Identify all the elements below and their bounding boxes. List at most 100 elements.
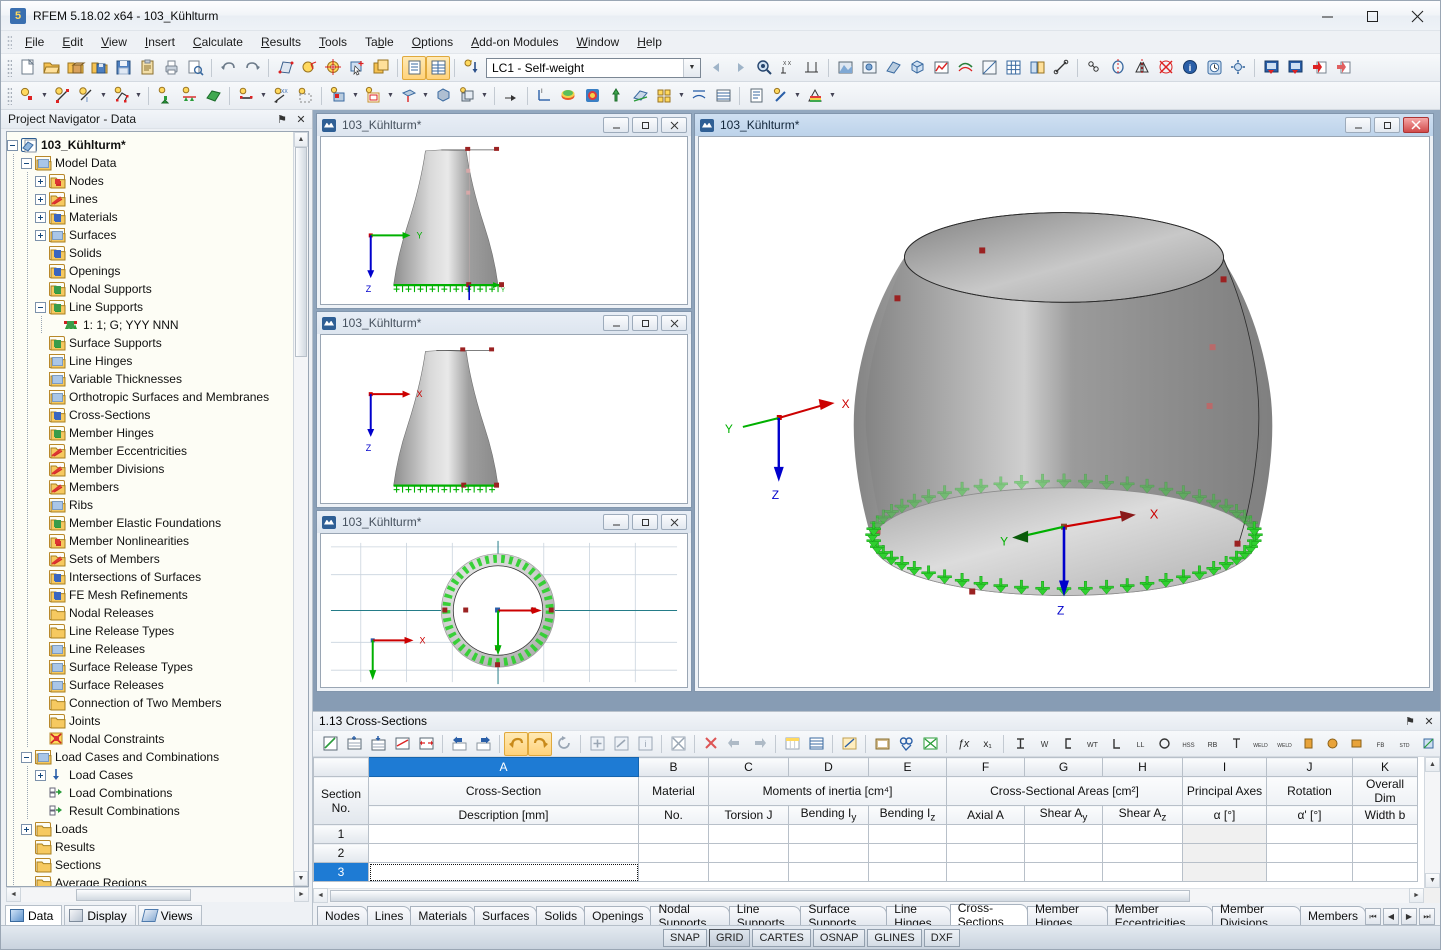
table-show-icon[interactable] bbox=[402, 56, 426, 80]
load-case-combo[interactable]: LC1 - Self-weight ▼ bbox=[486, 58, 701, 78]
table-cell[interactable] bbox=[1267, 844, 1353, 863]
table-cell[interactable] bbox=[1267, 825, 1353, 844]
del-left-icon[interactable] bbox=[723, 732, 747, 756]
iso-icon[interactable] bbox=[977, 56, 1001, 80]
table-cell[interactable] bbox=[369, 844, 639, 863]
table-cell[interactable] bbox=[789, 844, 869, 863]
table-cell[interactable] bbox=[1103, 863, 1183, 882]
tree-item-variable-thicknesses[interactable]: Variable Thicknesses bbox=[7, 370, 293, 388]
status-flag-glines[interactable]: GLINES bbox=[867, 929, 921, 947]
scroll-right-icon[interactable]: ► bbox=[294, 887, 309, 902]
refresh-icon[interactable] bbox=[552, 732, 576, 756]
tree-item-line-hinges[interactable]: Line Hinges bbox=[7, 352, 293, 370]
mdi-window-side-view[interactable]: 103_Kühlturm* bbox=[316, 311, 692, 508]
menu-help[interactable]: Help bbox=[628, 32, 671, 53]
tree-item-nodes[interactable]: Nodes bbox=[7, 172, 293, 190]
table-settings-icon[interactable] bbox=[870, 732, 894, 756]
column-header-C[interactable]: C bbox=[709, 758, 789, 777]
table-cell[interactable] bbox=[639, 825, 709, 844]
tree-item-line-releases[interactable]: Line Releases bbox=[7, 640, 293, 658]
mdi-restore-button[interactable] bbox=[1374, 117, 1400, 133]
table-redo-icon[interactable] bbox=[528, 732, 552, 756]
tree-item-sections[interactable]: Sections bbox=[7, 856, 293, 874]
next-lc-icon[interactable] bbox=[728, 56, 752, 80]
scroll-left-icon[interactable]: ◄ bbox=[6, 887, 21, 902]
table-cell[interactable] bbox=[1183, 863, 1267, 882]
navigator-tab-display[interactable]: Display bbox=[64, 905, 135, 925]
polyline-dropdown-icon[interactable]: ▼ bbox=[133, 84, 144, 108]
table2-icon[interactable] bbox=[711, 84, 735, 108]
delete-cross-icon[interactable] bbox=[1154, 56, 1178, 80]
surface-icon[interactable] bbox=[273, 56, 297, 80]
line-support-icon[interactable] bbox=[177, 84, 201, 108]
table-cell[interactable] bbox=[1025, 844, 1103, 863]
menu-options[interactable]: Options bbox=[403, 32, 462, 53]
menu-view[interactable]: View bbox=[92, 32, 136, 53]
next-table-icon[interactable] bbox=[471, 732, 495, 756]
table-sheet-tabs[interactable]: NodesLinesMaterialsSurfacesSolidsOpening… bbox=[313, 903, 1440, 925]
tree-item-nodal-constraints[interactable]: Nodal Constraints bbox=[7, 730, 293, 748]
settings-icon[interactable] bbox=[1226, 56, 1250, 80]
axis-icon[interactable]: I bbox=[532, 84, 556, 108]
wand-dropdown-icon[interactable]: ▼ bbox=[792, 84, 803, 108]
tree-item-members[interactable]: Members bbox=[7, 478, 293, 496]
column-header-F[interactable]: F bbox=[947, 758, 1025, 777]
table-cell[interactable] bbox=[869, 844, 947, 863]
grid-scroll-left-icon[interactable]: ◄ bbox=[313, 888, 328, 903]
find-icon[interactable] bbox=[752, 56, 776, 80]
tree-item-joints[interactable]: Joints bbox=[7, 712, 293, 730]
export2-icon[interactable] bbox=[1331, 56, 1355, 80]
tree-item-member-elastic-foundations[interactable]: Member Elastic Foundations bbox=[7, 514, 293, 532]
sheet-tab-nodes[interactable]: Nodes bbox=[317, 906, 368, 925]
section-rb-icon[interactable]: RB bbox=[1200, 732, 1224, 756]
print-report2-icon[interactable] bbox=[1283, 56, 1307, 80]
viewport-front[interactable]: Y Y Z bbox=[320, 136, 688, 305]
sheet-tab-solids[interactable]: Solids bbox=[536, 906, 585, 925]
plane-icon[interactable] bbox=[628, 84, 652, 108]
column-header-K[interactable]: K bbox=[1353, 758, 1418, 777]
collapse-icon[interactable] bbox=[7, 140, 18, 151]
member-icon[interactable] bbox=[234, 84, 258, 108]
section-cir-icon[interactable] bbox=[1320, 732, 1344, 756]
table-cell[interactable] bbox=[789, 863, 869, 882]
tree-item-nodal-releases[interactable]: Nodal Releases bbox=[7, 604, 293, 622]
table-cell[interactable] bbox=[1025, 863, 1103, 882]
sheet-tab-member-eccentricities[interactable]: Member Eccentricities bbox=[1107, 906, 1213, 925]
mdi-close-button[interactable] bbox=[661, 514, 687, 530]
tree-item-model-data[interactable]: Model Data bbox=[7, 154, 293, 172]
line-dim-icon[interactable]: I bbox=[74, 84, 98, 108]
grid-table-icon[interactable] bbox=[804, 732, 828, 756]
tree-item-member-divisions[interactable]: Member Divisions bbox=[7, 460, 293, 478]
section-w-icon[interactable]: W bbox=[1032, 732, 1056, 756]
dim-xx-icon[interactable]: X X bbox=[776, 56, 800, 80]
table-undo-icon[interactable] bbox=[504, 732, 528, 756]
viewport-top[interactable]: X Y bbox=[320, 533, 688, 688]
cross-sections-table[interactable]: ABCDEFGHIJKSectionNo.Cross-SectionMateri… bbox=[313, 757, 1418, 882]
table-row[interactable]: 2 bbox=[314, 844, 1418, 863]
mdi-restore-button[interactable] bbox=[632, 315, 658, 331]
table-cell[interactable] bbox=[1183, 825, 1267, 844]
edit-table-icon[interactable] bbox=[318, 732, 342, 756]
print-preview-icon[interactable] bbox=[183, 56, 207, 80]
menu-table[interactable]: Table bbox=[356, 32, 403, 53]
support-icon[interactable] bbox=[153, 84, 177, 108]
mdi-minimize-button[interactable] bbox=[603, 514, 629, 530]
new-icon[interactable] bbox=[15, 56, 39, 80]
solid-icon[interactable] bbox=[905, 56, 929, 80]
mdi-window-3d-view[interactable]: 103_Kühlturm* bbox=[694, 113, 1434, 692]
table-cell[interactable] bbox=[369, 825, 639, 844]
maximize-button[interactable] bbox=[1350, 1, 1395, 31]
section-custom-icon[interactable] bbox=[1416, 732, 1440, 756]
edit-pen-icon[interactable] bbox=[837, 732, 861, 756]
prev-lc-icon[interactable] bbox=[704, 56, 728, 80]
tree-item-nodal-supports[interactable]: Nodal Supports bbox=[7, 280, 293, 298]
mdi-minimize-button[interactable] bbox=[603, 315, 629, 331]
node-snap-icon[interactable] bbox=[297, 56, 321, 80]
table-cell[interactable] bbox=[947, 863, 1025, 882]
tree-item-openings[interactable]: Openings bbox=[7, 262, 293, 280]
redo-icon[interactable] bbox=[240, 56, 264, 80]
status-flag-dxf[interactable]: DXF bbox=[924, 929, 960, 947]
load-case-icon[interactable] bbox=[459, 56, 483, 80]
tree-item-member-hinges[interactable]: Member Hinges bbox=[7, 424, 293, 442]
section-i2-icon[interactable] bbox=[1224, 732, 1248, 756]
